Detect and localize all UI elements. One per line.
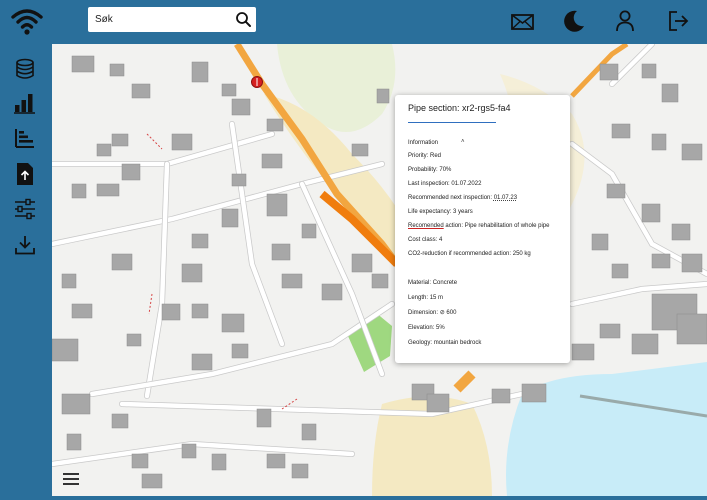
user-icon[interactable] xyxy=(614,9,636,33)
elevation-row: Elevation: 5% xyxy=(408,324,445,332)
dimension-value: 600 xyxy=(446,310,457,316)
logout-icon[interactable] xyxy=(666,9,690,33)
cost-class-row: Cost class: 4 xyxy=(408,236,442,244)
material-row: Material: Concrete xyxy=(408,279,457,287)
pipe-line-lower[interactable] xyxy=(453,370,476,393)
dimension-label: Dimension: xyxy=(408,310,439,316)
probability-value: 70% xyxy=(439,167,452,173)
search-icon[interactable] xyxy=(235,11,252,28)
last-inspection-label: Last inspection: xyxy=(408,181,450,187)
search-box[interactable] xyxy=(88,7,256,32)
cost-label: Cost class: xyxy=(408,237,438,243)
last-inspection-value: 01.07.2022 xyxy=(451,181,482,187)
diameter-icon: ⊘ xyxy=(439,310,445,316)
elevation-value: 5% xyxy=(436,325,445,331)
menu-icon[interactable] xyxy=(63,473,79,485)
priority-value: Red xyxy=(430,153,442,159)
database-icon[interactable] xyxy=(13,58,37,80)
pipe-line-secondary[interactable] xyxy=(570,44,629,98)
length-row: Length: 15 m xyxy=(408,294,443,302)
wifi-signal-icon xyxy=(10,7,44,35)
geology-label: Geology: xyxy=(408,340,433,346)
moon-icon[interactable] xyxy=(562,9,586,33)
dimension-row: Dimension: ⊘ 600 xyxy=(408,309,456,317)
co2-label: CO2-reduction if recommended action: xyxy=(408,251,512,257)
life-expectancy-row: Life expectancy: 3 years xyxy=(408,208,473,216)
co2-value: 250 kg xyxy=(512,251,531,257)
last-inspection-row: Last inspection: 01.07.2022 xyxy=(408,180,481,188)
geology-value: mountain bedrock xyxy=(433,340,482,346)
probability-label: Probability: xyxy=(408,167,438,173)
priority-label: Priority: xyxy=(408,153,429,159)
water xyxy=(506,362,707,496)
next-inspection-value[interactable]: 01.07.23 xyxy=(494,195,517,201)
material-value: Concrete xyxy=(432,280,458,286)
download-icon[interactable] xyxy=(13,234,37,256)
sliders-icon[interactable] xyxy=(13,198,37,220)
life-expectancy-label: Life expectancy: xyxy=(408,209,452,215)
material-label: Material: xyxy=(408,280,432,286)
length-value: 15 m xyxy=(429,295,444,301)
probability-row: Probability: 70% xyxy=(408,166,451,174)
recommended-action-row: Recomended action: Pipe rehabilitation o… xyxy=(408,222,549,230)
bar-chart-icon[interactable] xyxy=(13,92,37,114)
collapse-caret-icon[interactable]: ˄ xyxy=(461,139,465,145)
search-input[interactable] xyxy=(88,7,228,32)
elevation-label: Elevation: xyxy=(408,325,435,331)
section-header: Information xyxy=(408,140,439,146)
next-inspection-label: Recommended next inspection: xyxy=(408,195,493,201)
mail-icon[interactable] xyxy=(510,12,535,32)
top-bar xyxy=(0,0,707,44)
file-upload-icon[interactable] xyxy=(14,162,36,186)
title-underline xyxy=(408,122,496,123)
geology-row: Geology: mountain bedrock xyxy=(408,339,481,347)
life-expectancy-value: 3 years xyxy=(453,209,473,215)
priority-row: Priority: Red xyxy=(408,152,441,160)
next-inspection-row: Recommended next inspection: 01.07.23 xyxy=(408,194,517,202)
panel-title: Pipe section: xr2-rgs5-fa4 xyxy=(408,103,511,113)
action-value: Pipe rehabilitation of whole pipe xyxy=(464,223,550,229)
sidebar xyxy=(0,44,52,500)
action-label-rest: action: xyxy=(443,223,464,229)
map-canvas[interactable] xyxy=(52,44,707,496)
list-sort-icon[interactable] xyxy=(13,127,37,149)
pipe-info-panel: Pipe section: xr2-rgs5-fa4 Information ˄… xyxy=(395,95,570,363)
length-label: Length: xyxy=(408,295,429,301)
cost-value: 4 xyxy=(439,237,443,243)
map-view[interactable] xyxy=(52,44,707,496)
action-label-word: Recomended xyxy=(408,223,444,229)
co2-row: CO2-reduction if recommended action: 250… xyxy=(408,250,531,258)
